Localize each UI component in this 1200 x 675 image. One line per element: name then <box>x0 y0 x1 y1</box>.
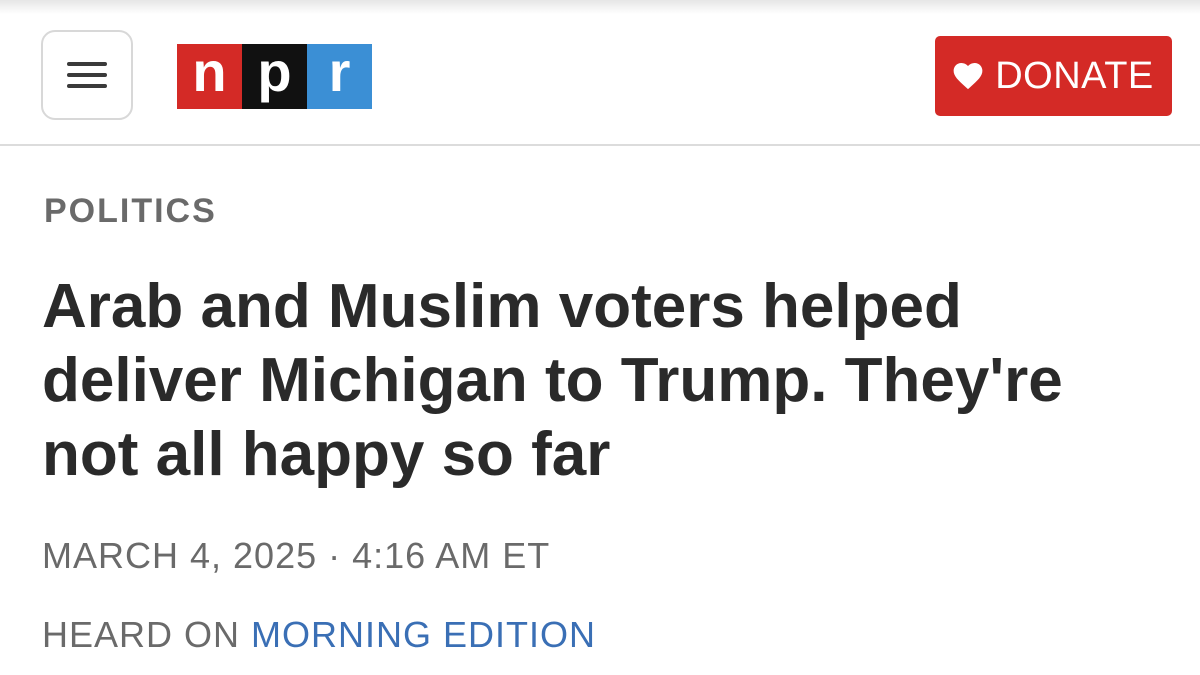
heart-icon <box>953 63 983 90</box>
site-header: n p r DONATE <box>0 0 1200 146</box>
dateline-separator: · <box>328 535 342 576</box>
heard-on-line: HEARD ON MORNING EDITION <box>42 614 596 656</box>
logo-letter-n: n <box>177 43 242 109</box>
npr-logo[interactable]: n p r <box>177 43 372 109</box>
publish-date: MARCH 4, 2025 <box>42 535 318 576</box>
logo-letter-r: r <box>307 43 372 109</box>
logo-letter-p: p <box>242 43 307 109</box>
publish-time: 4:16 AM ET <box>352 535 551 576</box>
article-headline: Arab and Muslim voters helped deliver Mi… <box>42 272 1063 489</box>
hamburger-icon <box>67 62 107 88</box>
donate-button[interactable]: DONATE <box>935 36 1172 116</box>
program-link[interactable]: MORNING EDITION <box>251 614 596 655</box>
heard-on-label: HEARD ON <box>42 614 241 655</box>
dateline: MARCH 4, 2025 · 4:16 AM ET <box>42 535 550 577</box>
article-page: n p r DONATE POLITICS Arab and Muslim vo… <box>0 0 1200 675</box>
section-link[interactable]: POLITICS <box>44 192 217 231</box>
donate-label: DONATE <box>995 55 1154 97</box>
menu-button[interactable] <box>41 30 133 120</box>
